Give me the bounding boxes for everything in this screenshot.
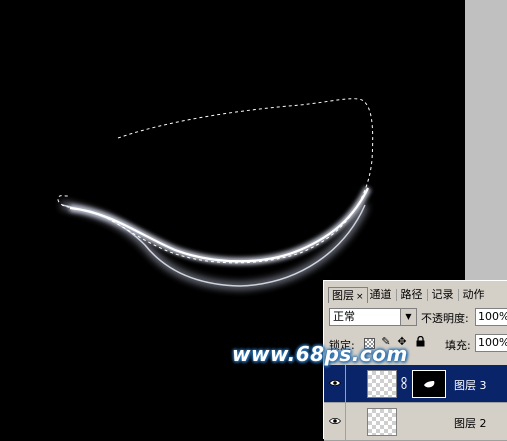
tab-history[interactable]: 记录: [430, 287, 456, 302]
eye-icon: [329, 417, 341, 425]
visibility-toggle[interactable]: [324, 365, 346, 403]
tab-paths[interactable]: 路径: [399, 287, 425, 302]
visibility-toggle[interactable]: [324, 403, 346, 441]
tab-divider: [457, 289, 459, 301]
layer-list: 图层 3 图层 2: [324, 365, 507, 441]
tab-layers-label: 图层: [332, 289, 354, 302]
panel-tabs: 图层 × 通道 路径 记录 动作: [328, 287, 487, 303]
workspace-background: [465, 0, 507, 280]
tab-channels[interactable]: 通道: [368, 287, 394, 302]
tab-divider: [426, 289, 428, 301]
layer-row[interactable]: 图层 2: [324, 403, 507, 441]
eye-icon: [329, 379, 341, 387]
layer-name[interactable]: 图层 3: [454, 377, 487, 393]
fill-input[interactable]: 100%: [475, 334, 507, 352]
chain-icon[interactable]: [401, 377, 407, 389]
opacity-label: 不透明度:: [421, 312, 469, 325]
tab-actions[interactable]: 动作: [461, 287, 487, 302]
blend-mode-value: 正常: [333, 310, 355, 323]
layer-row[interactable]: 图层 3: [324, 365, 507, 403]
chevron-down-icon[interactable]: ▼: [400, 309, 416, 325]
layer-mask-thumbnail[interactable]: [412, 370, 446, 398]
fill-label: 填充:: [445, 339, 471, 352]
close-icon[interactable]: ×: [356, 292, 364, 302]
blend-mode-select[interactable]: 正常 ▼: [329, 308, 417, 326]
tab-layers[interactable]: 图层 ×: [328, 287, 368, 303]
layer-thumbnail[interactable]: [367, 408, 397, 436]
tab-divider: [395, 289, 397, 301]
layer-thumbnail[interactable]: [367, 370, 397, 398]
opacity-input[interactable]: 100%: [475, 308, 507, 326]
lock-icon[interactable]: [414, 335, 426, 348]
layer-name[interactable]: 图层 2: [454, 415, 487, 431]
watermark: www.68ps.com: [232, 342, 408, 366]
